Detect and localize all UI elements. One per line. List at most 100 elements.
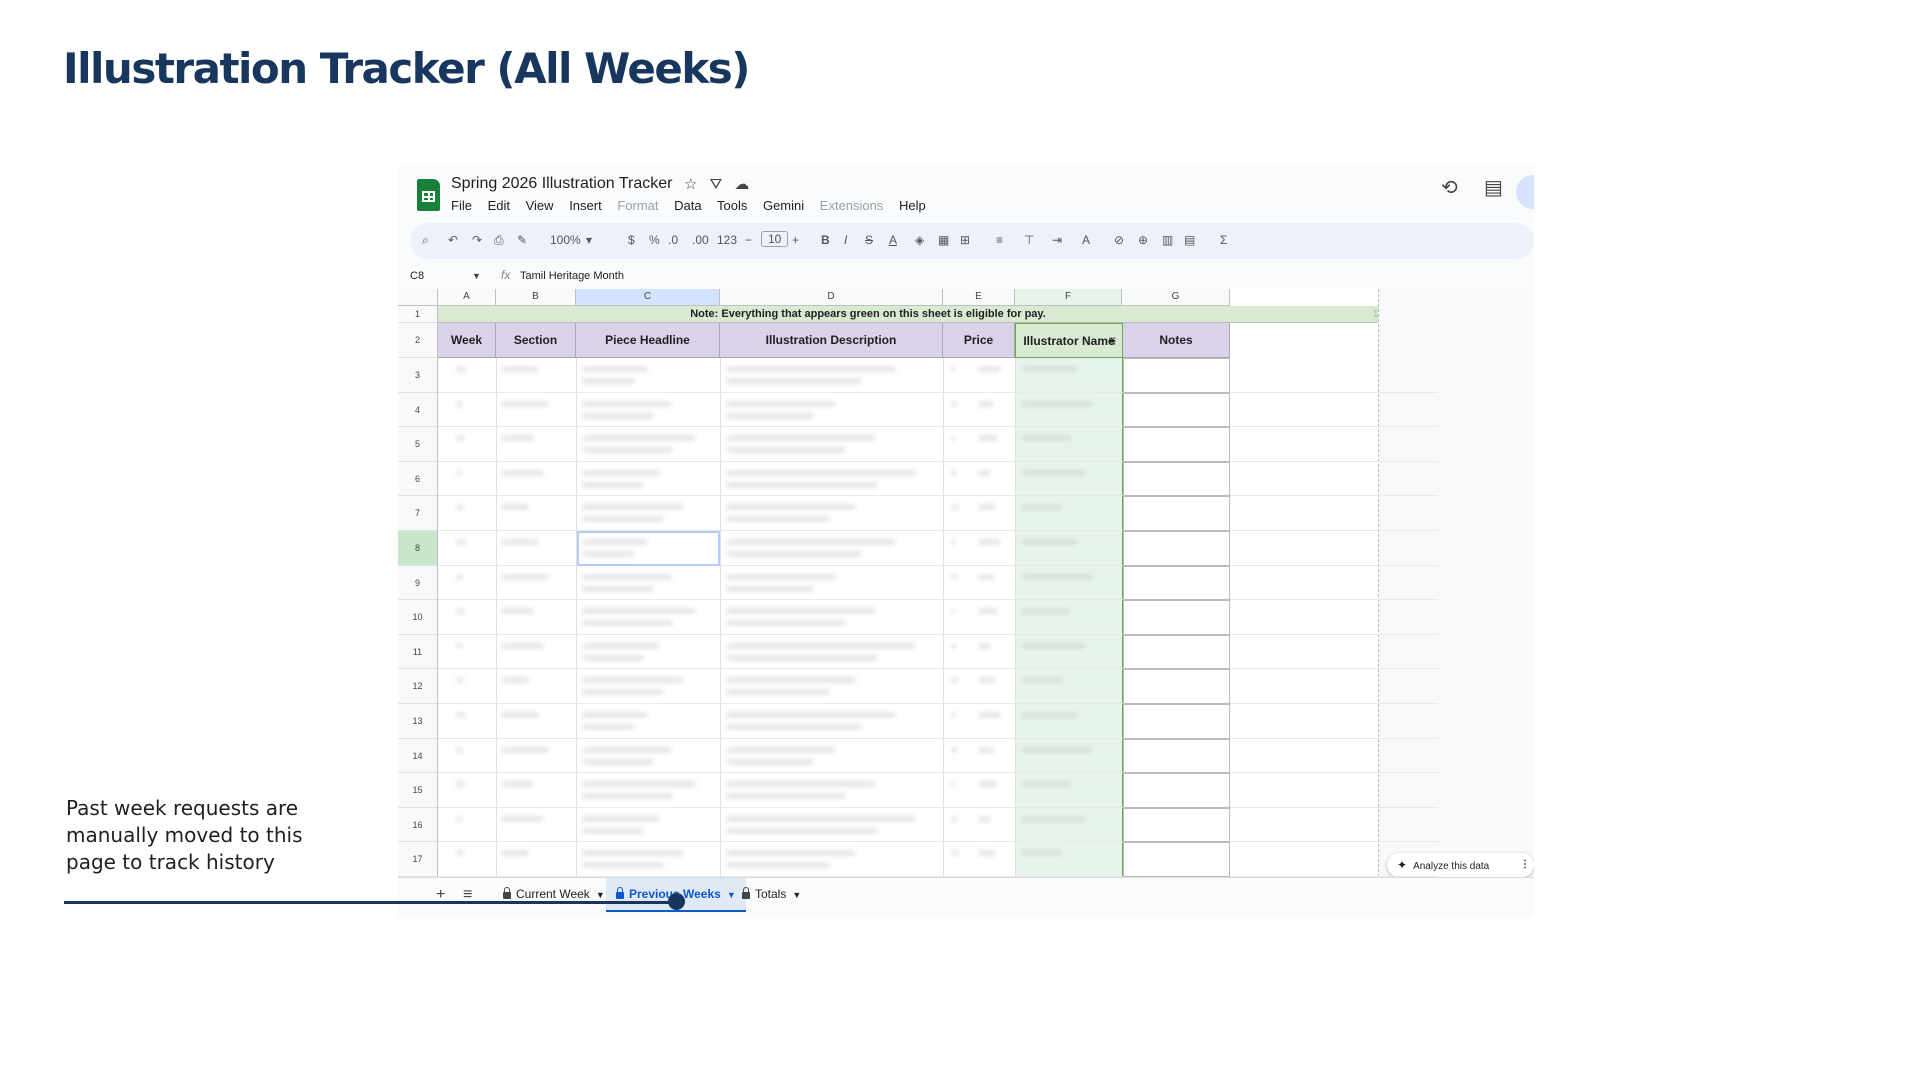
comment-add-icon[interactable]: ⊕	[1138, 233, 1148, 247]
menu-gemini[interactable]: Gemini	[763, 198, 804, 213]
fill-color-icon[interactable]: ◈	[915, 233, 924, 247]
currency-format[interactable]: $	[628, 233, 635, 247]
column-header-g[interactable]: G	[1122, 289, 1230, 306]
move-to-drive-icon[interactable]: ⛛	[710, 176, 723, 193]
menu-help[interactable]: Help	[899, 198, 926, 213]
font-size-increase[interactable]: +	[792, 233, 799, 247]
formula-bar-input[interactable]: Tamil Heritage Month	[520, 270, 624, 282]
menu-extensions[interactable]: Extensions	[820, 198, 884, 213]
chevron-down-icon[interactable]: ▾	[586, 233, 592, 247]
row-header[interactable]: 8	[398, 531, 438, 566]
notes-cell[interactable]	[1123, 358, 1230, 393]
column-header-f[interactable]: F	[1015, 289, 1122, 306]
star-icon[interactable]: ☆	[684, 176, 697, 193]
column-header-c[interactable]: C	[576, 289, 720, 306]
notes-cell[interactable]	[1123, 738, 1230, 774]
notes-cell[interactable]	[1123, 461, 1230, 497]
column-header-a[interactable]: A	[438, 289, 496, 306]
sum-icon[interactable]: Σ	[1220, 233, 1227, 247]
row-header[interactable]: 12	[398, 669, 438, 704]
row-header[interactable]: 3	[398, 358, 438, 393]
name-box[interactable]: C8	[410, 270, 424, 282]
tab-current-week[interactable]: Current Week ▼	[493, 878, 615, 910]
search-icon[interactable]: ⌕	[422, 233, 429, 248]
column-header-e[interactable]: E	[943, 289, 1015, 306]
row-header[interactable]: 4	[398, 392, 438, 428]
header-illustration-description[interactable]: Illustration Description	[720, 323, 943, 358]
notes-cell[interactable]	[1123, 600, 1230, 635]
borders-icon[interactable]: ▦	[938, 233, 949, 247]
align-icon[interactable]: ≡	[996, 233, 1003, 247]
chart-icon[interactable]: ▥	[1162, 233, 1173, 247]
header-price[interactable]: Price	[943, 323, 1015, 358]
strikethrough-icon[interactable]: S	[865, 233, 873, 247]
menu-insert[interactable]: Insert	[569, 198, 602, 213]
increase-decimal[interactable]: .00	[692, 233, 709, 247]
bold-button[interactable]: B	[821, 233, 830, 247]
print-icon[interactable]: ⎙	[494, 233, 504, 248]
notes-cell[interactable]	[1123, 392, 1230, 428]
number-format[interactable]: 123	[717, 233, 737, 247]
history-icon[interactable]: ⟲	[1441, 175, 1458, 200]
sheets-logo-icon[interactable]	[417, 179, 440, 211]
paint-format-icon[interactable]: ✎	[517, 233, 527, 247]
row-header[interactable]: 1	[398, 306, 438, 323]
row-header[interactable]: 2	[398, 323, 438, 358]
zoom-select[interactable]: 100%	[550, 233, 581, 247]
more-options-icon[interactable]: ⋮	[1520, 853, 1530, 877]
text-rotation-icon[interactable]: A	[1082, 233, 1090, 247]
row-header[interactable]: 13	[398, 704, 438, 739]
merge-cells-icon[interactable]: ⊞	[960, 233, 970, 247]
decrease-decimal[interactable]: .0	[668, 233, 678, 247]
row-header[interactable]: 9	[398, 565, 438, 601]
pay-note-row[interactable]: Note: Everything that appears green on t…	[438, 306, 1438, 323]
cloud-status-icon[interactable]: ☁	[734, 176, 749, 193]
header-piece-headline[interactable]: Piece Headline	[576, 323, 720, 358]
chevron-down-icon[interactable]: ▼	[596, 890, 605, 900]
document-title[interactable]: Spring 2026 Illustration Tracker	[451, 175, 672, 193]
menu-format[interactable]: Format	[617, 198, 658, 213]
comments-icon[interactable]: ▤	[1484, 175, 1503, 200]
row-header[interactable]: 7	[398, 496, 438, 531]
header-notes[interactable]: Notes	[1123, 323, 1230, 358]
vertical-align-icon[interactable]: ⊤	[1024, 233, 1034, 247]
notes-cell[interactable]	[1123, 773, 1230, 808]
notes-cell[interactable]	[1123, 531, 1230, 566]
notes-cell[interactable]	[1123, 565, 1230, 601]
notes-cell[interactable]	[1123, 807, 1230, 843]
row-header[interactable]: 15	[398, 773, 438, 808]
link-icon[interactable]: ⊘	[1114, 233, 1124, 247]
select-all-corner[interactable]	[398, 289, 438, 306]
row-header[interactable]: 14	[398, 738, 438, 774]
notes-cell[interactable]	[1123, 669, 1230, 704]
filter-views-icon[interactable]: ▤	[1184, 233, 1195, 247]
notes-cell[interactable]	[1123, 704, 1230, 739]
analyze-data-button[interactable]: ✦ Analyze this data ⋮	[1387, 853, 1534, 877]
chevron-down-icon[interactable]: ▼	[792, 890, 801, 900]
sheet-grid[interactable]: A B C D E F G Note: Everything that appe…	[398, 289, 1534, 877]
font-size-decrease[interactable]: −	[745, 233, 752, 247]
column-header-b[interactable]: B	[496, 289, 576, 306]
chevron-down-icon[interactable]: ▼	[472, 271, 481, 281]
header-illustrator-name[interactable]: Illustrator Name ⩸	[1015, 323, 1123, 358]
row-header[interactable]: 11	[398, 634, 438, 670]
row-header[interactable]: 5	[398, 427, 438, 462]
font-size-field[interactable]: 10	[761, 231, 789, 247]
notes-cell[interactable]	[1123, 842, 1230, 877]
menu-edit[interactable]: Edit	[488, 198, 510, 213]
text-wrap-icon[interactable]: ⇥	[1052, 233, 1062, 247]
tab-totals[interactable]: Totals ▼	[732, 878, 811, 910]
menu-view[interactable]: View	[526, 198, 554, 213]
notes-cell[interactable]	[1123, 427, 1230, 462]
selected-cell[interactable]	[577, 531, 720, 566]
italic-button[interactable]: I	[844, 233, 847, 247]
redo-icon[interactable]: ↷	[472, 233, 482, 247]
row-header[interactable]: 17	[398, 842, 438, 877]
column-header-d[interactable]: D	[720, 289, 943, 306]
row-header[interactable]: 10	[398, 600, 438, 635]
header-week[interactable]: Week	[438, 323, 496, 358]
row-header[interactable]: 6	[398, 461, 438, 497]
undo-icon[interactable]: ↶	[448, 233, 458, 247]
notes-cell[interactable]	[1123, 634, 1230, 670]
row-header[interactable]: 16	[398, 807, 438, 843]
